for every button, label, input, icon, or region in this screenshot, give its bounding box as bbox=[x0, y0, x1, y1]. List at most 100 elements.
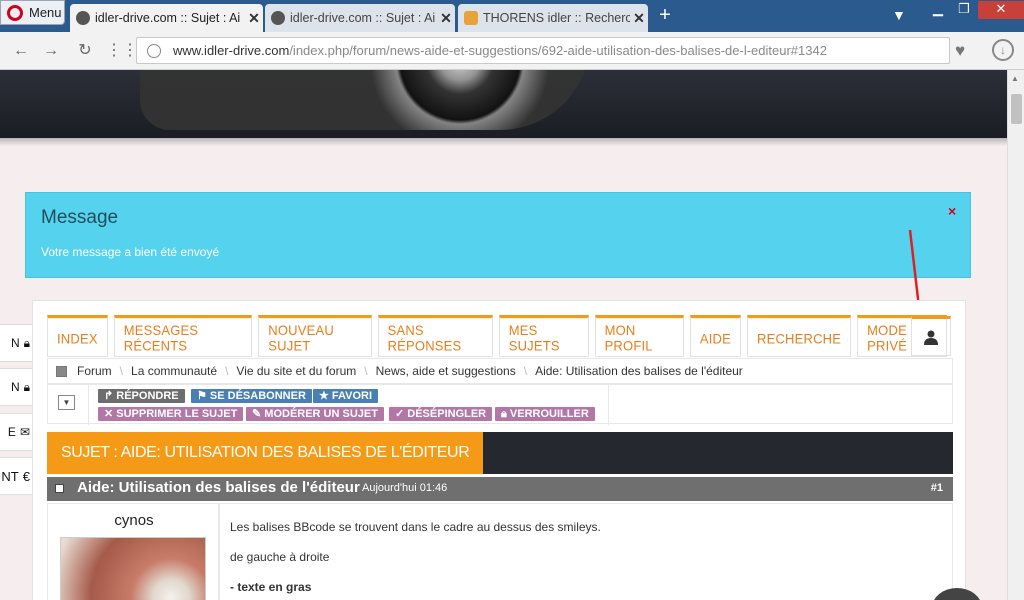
favorite-button[interactable]: ★ FAVORI bbox=[313, 389, 379, 403]
new-tab-button[interactable]: + bbox=[654, 5, 676, 26]
divider bbox=[88, 385, 89, 425]
browser-menu-button[interactable]: Menu bbox=[0, 0, 65, 25]
breadcrumb-item[interactable]: Forum bbox=[77, 364, 112, 378]
page-scrollbar[interactable]: ▲ bbox=[1007, 70, 1024, 600]
address-bar[interactable]: www.idler-drive.com/index.php/forum/news… bbox=[136, 37, 950, 64]
lock-topic-button-label: VERROUILLER bbox=[509, 408, 589, 420]
menu-item-help[interactable]: AIDE bbox=[689, 315, 741, 357]
opera-logo-icon bbox=[7, 4, 23, 21]
delete-topic-button-label: SUPPRIMER LE SUJET bbox=[116, 408, 238, 420]
side-tab-label: N bbox=[10, 380, 20, 394]
reply-button[interactable]: ↱ RÉPONDRE bbox=[98, 389, 185, 403]
menu-item-index[interactable]: INDEX bbox=[47, 315, 108, 357]
tab-inactive[interactable]: THORENS idler :: Recherch ✕ bbox=[458, 4, 648, 32]
forward-arrow-icon[interactable]: → bbox=[40, 41, 62, 61]
back-arrow-icon[interactable]: ← bbox=[10, 41, 32, 61]
post-author: cynos bbox=[47, 503, 219, 600]
delete-topic-button[interactable]: ✕ SUPPRIMER LE SUJET bbox=[98, 407, 244, 421]
menu-item-my-topics[interactable]: MES SUJETS bbox=[498, 315, 589, 357]
tab-title: THORENS idler :: Recherch bbox=[483, 11, 630, 25]
address-domain: www.idler-drive.com bbox=[173, 43, 290, 58]
address-path: /index.php/forum/news-aide-et-suggestion… bbox=[289, 43, 827, 58]
tab-menu-icon[interactable]: ▼ bbox=[892, 7, 906, 23]
post-line: de gauche à droite bbox=[230, 550, 330, 564]
breadcrumb-separator: \ bbox=[523, 364, 528, 378]
topic-title: SUJET : AIDE: UTILISATION DES BALISES DE… bbox=[47, 432, 484, 474]
euro-icon: € bbox=[22, 468, 30, 484]
system-message: Message Votre message a bien été envoyé … bbox=[25, 192, 971, 278]
unsubscribe-button-label: SE DÉSABONNER bbox=[209, 390, 306, 402]
scrollbar-thumb[interactable] bbox=[1011, 94, 1022, 124]
moderate-topic-button[interactable]: ✎ MODÉRER UN SUJET bbox=[246, 407, 384, 421]
tab-inactive[interactable]: idler-drive.com :: Sujet : Ai ✕ bbox=[265, 4, 455, 32]
breadcrumb-item[interactable]: News, aide et suggestions bbox=[376, 364, 516, 378]
divider bbox=[608, 385, 609, 425]
breadcrumb-separator: \ bbox=[364, 364, 368, 378]
check-icon: ✓ bbox=[395, 408, 408, 420]
x-icon: ✕ bbox=[104, 408, 117, 420]
home-square-icon bbox=[56, 365, 67, 377]
menu-item-recent[interactable]: MESSAGES RÉCENTS bbox=[113, 315, 253, 357]
window-close-button[interactable]: ✕ bbox=[978, 1, 1024, 19]
favorite-button-label: FAVORI bbox=[331, 390, 373, 402]
chevron-down-icon[interactable]: ▼ bbox=[58, 395, 75, 410]
menu-item-search[interactable]: RECHERCHE bbox=[746, 315, 852, 357]
author-name[interactable]: cynos bbox=[48, 512, 220, 529]
browser-navbar: ← → ↻ ⋮⋮ www.idler-drive.com/index.php/f… bbox=[0, 32, 1024, 70]
message-title: Message bbox=[41, 207, 119, 228]
browser-menu-label: Menu bbox=[29, 5, 62, 20]
wrench-icon: ✎ bbox=[252, 408, 265, 420]
banner-shadow bbox=[0, 138, 1007, 146]
post-body: Les balises BBcode se trouvent dans le c… bbox=[219, 503, 953, 600]
lock-topic-button[interactable]: 🔒︎ VERROUILLER bbox=[495, 407, 595, 421]
user-icon bbox=[924, 330, 938, 345]
post-icon bbox=[55, 484, 64, 493]
grid-icon[interactable]: ⋮⋮ bbox=[106, 41, 138, 61]
menu-item-no-replies[interactable]: SANS RÉPONSES bbox=[377, 315, 493, 357]
breadcrumb-item[interactable]: Vie du site et du forum bbox=[236, 364, 356, 378]
minimize-button[interactable]: ▁ bbox=[925, 1, 951, 19]
breadcrumb: Forum \ La communauté \ Vie du site et du … bbox=[47, 358, 953, 384]
unsubscribe-button[interactable]: ⚑ SE DÉSABONNER bbox=[191, 389, 312, 403]
side-tab-label: N bbox=[10, 336, 20, 350]
tab-title: idler-drive.com :: Sujet : Ai bbox=[95, 11, 241, 25]
avatar[interactable] bbox=[60, 537, 206, 600]
tab-close-icon[interactable]: ✕ bbox=[245, 10, 263, 27]
message-text: Votre message a bien été envoyé bbox=[41, 245, 220, 259]
site-info-icon[interactable] bbox=[147, 43, 161, 58]
lock-icon: 🔒︎ bbox=[501, 408, 510, 420]
scroll-up-icon[interactable]: ▲ bbox=[1011, 74, 1019, 83]
site-favicon-icon bbox=[271, 11, 285, 25]
download-icon[interactable]: ↓ bbox=[992, 39, 1014, 61]
user-menu-button[interactable] bbox=[911, 316, 951, 356]
menu-item-new-topic[interactable]: NOUVEAU SUJET bbox=[258, 315, 372, 357]
tab-close-icon[interactable]: ✕ bbox=[437, 10, 455, 27]
forum-menu: INDEX MESSAGES RÉCENTS NOUVEAU SUJET SAN… bbox=[47, 315, 953, 357]
topic-header: SUJET : AIDE: UTILISATION DES BALISES DE… bbox=[47, 432, 953, 474]
tab-close-icon[interactable]: ✕ bbox=[630, 10, 648, 27]
post-subject: Aide: Utilisation des balises de l'édite… bbox=[77, 479, 360, 496]
reply-icon: ↱ bbox=[104, 390, 117, 402]
moderate-topic-button-label: MODÉRER UN SUJET bbox=[264, 408, 378, 420]
star-icon: ★ bbox=[319, 390, 332, 402]
topic-actions: ▼ ↱ RÉPONDRE ⚑ SE DÉSABONNER ★ FAVORI ✕ … bbox=[47, 384, 953, 425]
tab-active[interactable]: idler-drive.com :: Sujet : Ai ✕ bbox=[70, 4, 263, 32]
site-favicon-icon bbox=[76, 11, 90, 25]
menu-item-profile[interactable]: MON PROFIL bbox=[594, 315, 684, 357]
side-tab-label: NT bbox=[1, 468, 19, 484]
forum-container: INDEX MESSAGES RÉCENTS NOUVEAU SUJET SAN… bbox=[32, 300, 966, 600]
maximize-button[interactable]: ❐ bbox=[951, 1, 977, 19]
post-number[interactable]: #1 bbox=[931, 482, 943, 494]
breadcrumb-separator: \ bbox=[225, 364, 229, 378]
unpin-button-label: DÉSÉPINGLER bbox=[407, 408, 487, 420]
turntable-image bbox=[140, 70, 590, 130]
breadcrumb-separator: \ bbox=[119, 364, 124, 378]
breadcrumb-item[interactable]: Aide: Utilisation des balises de l'édite… bbox=[535, 364, 743, 378]
unpin-button[interactable]: ✓ DÉSÉPINGLER bbox=[389, 407, 493, 421]
reload-icon[interactable]: ↻ bbox=[74, 41, 96, 61]
breadcrumb-item[interactable]: La communauté bbox=[131, 364, 217, 378]
heart-icon[interactable]: ♥ bbox=[955, 41, 965, 61]
close-icon[interactable]: × bbox=[948, 203, 956, 219]
post-line: Les balises BBcode se trouvent dans le c… bbox=[230, 520, 601, 534]
flag-icon: ⚑ bbox=[197, 390, 210, 402]
